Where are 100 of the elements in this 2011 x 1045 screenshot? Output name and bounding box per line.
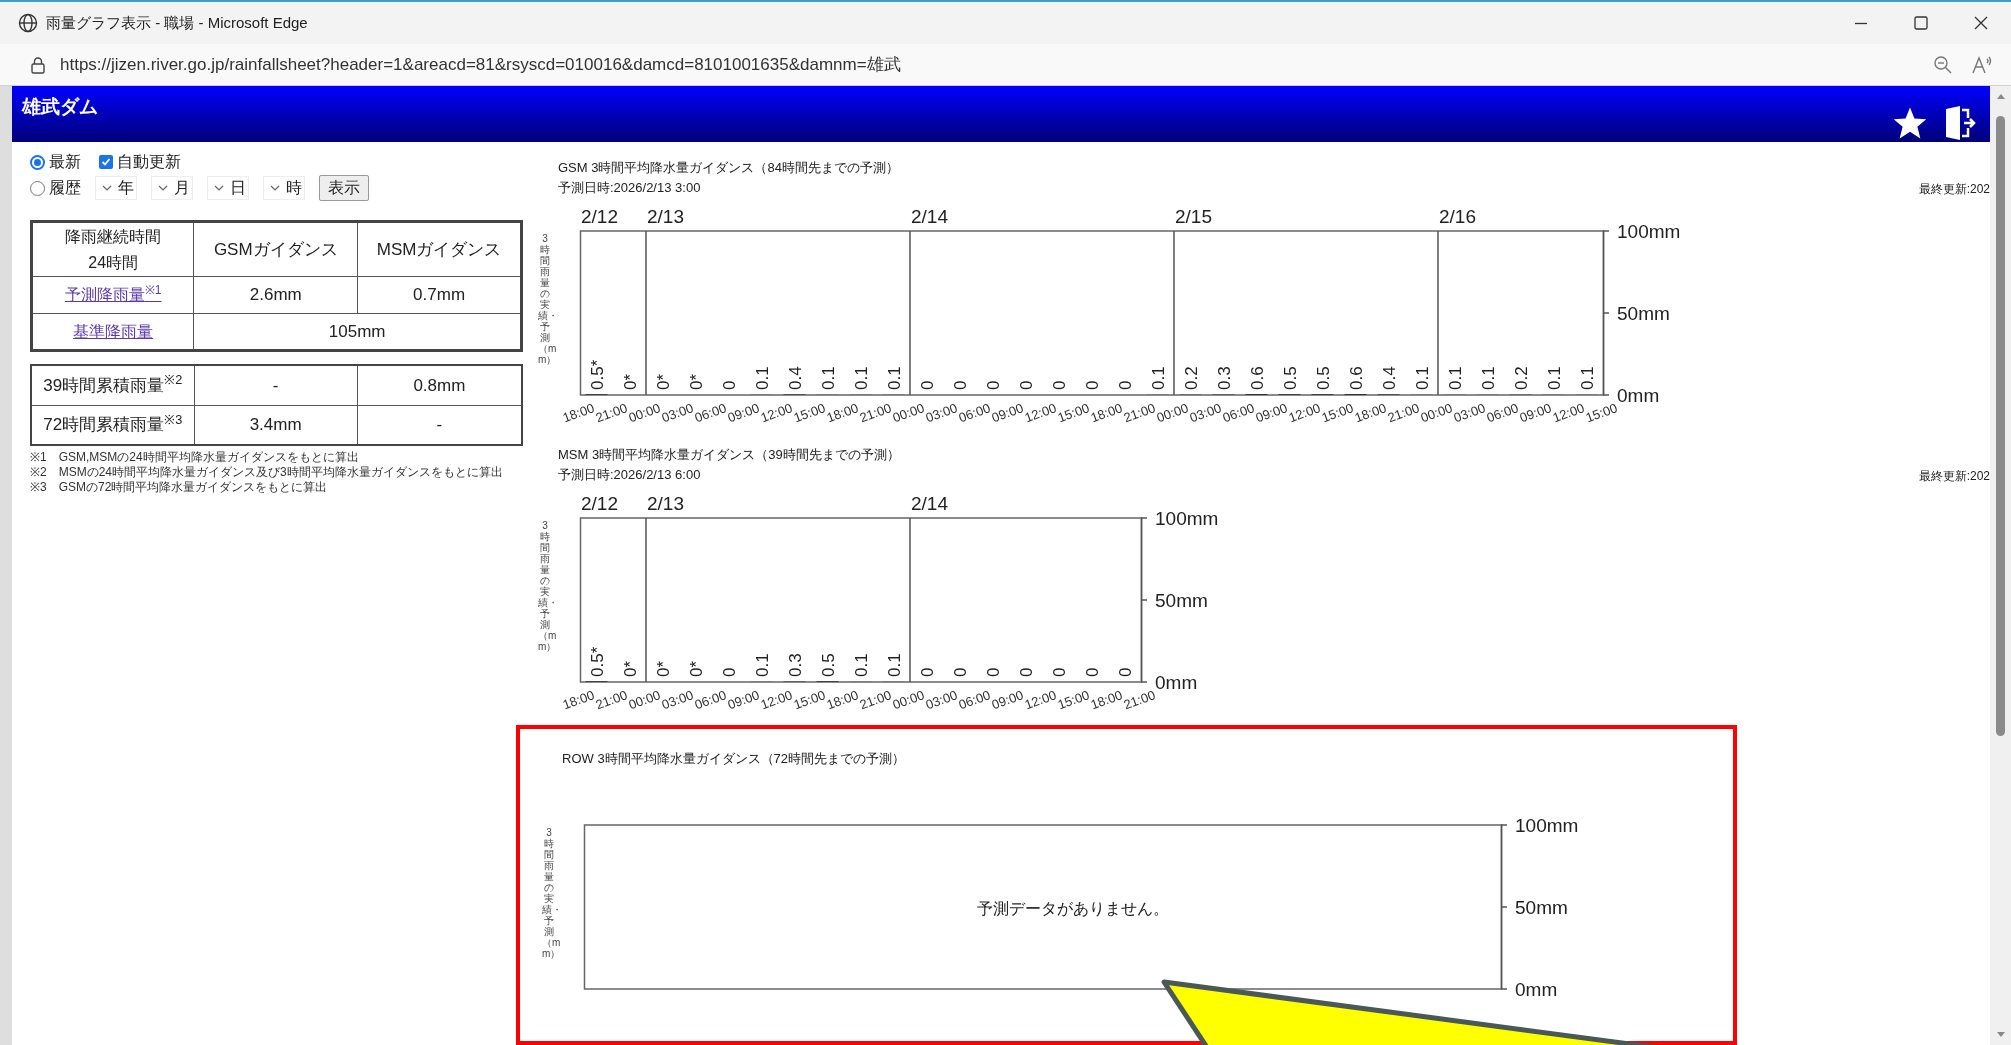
value-label: 0.3 [785,653,805,677]
scrollbar-thumb[interactable] [1996,116,2005,736]
table-cell: - [194,365,358,405]
value-label: 0.1 [851,366,871,390]
value-label: 0 [950,380,970,390]
scroll-up-icon[interactable] [1995,92,2006,100]
last-updated: 最終更新:202 [1918,181,1990,198]
tick-label: 50mm [1617,303,1670,324]
chart-title: GSM 3時間平均降水量ガイダンス（84時間先までの予測） [558,159,899,177]
value-label: 0.5 [1313,366,1333,390]
value-label: 0* [653,660,673,677]
date-label: 2/14 [911,206,948,227]
scroll-down-icon[interactable] [1995,1031,2006,1039]
window-title: 雨量グラフ表示 - 職場 - Microsoft Edge [46,12,308,33]
value-label: 0 [1082,380,1102,390]
value-label: 0.6 [1247,366,1267,390]
page-title: 雄武ダム [22,95,98,119]
value-label: 0.1 [851,653,871,677]
value-label: 0.5 [818,653,838,677]
globe-icon [18,13,38,33]
chevron-down-icon [214,184,224,192]
value-label: 0 [1115,380,1135,390]
value-label: 0 [1049,380,1069,390]
chevron-down-icon [158,184,168,192]
date-label: 2/12 [581,493,618,514]
scrollbar[interactable] [1990,86,2011,1045]
value-label: 0.1 [884,366,904,390]
value-label: 0* [686,373,706,390]
value-label: 0.1 [752,366,772,390]
value-label: 0 [983,380,1003,390]
value-label: 0.5* [587,359,607,390]
value-label: 0 [1082,667,1102,677]
date-label: 2/15 [1175,206,1212,227]
value-label: 0.4 [785,366,805,390]
exit-door-icon[interactable] [1944,105,1976,141]
value-label: 0 [719,380,739,390]
forecast-time: 予測日時:2026/2/13 3:00 [558,179,702,197]
date-label: 2/16 [1439,206,1476,227]
tick-label: 50mm [1515,897,1568,918]
value-label: 0.1 [1412,366,1432,390]
value-label: 0 [1016,380,1036,390]
value-label: 0 [917,380,937,390]
value-label: 0* [653,373,673,390]
link[interactable]: 予測降雨量$^{※1}$ [64,286,162,304]
dropdown[interactable]: 月 [151,176,193,200]
value-label: 0.2 [1511,366,1531,390]
chevron-down-icon [270,184,280,192]
checkbox-label: 自動更新 [117,152,181,172]
chart-title: MSM 3時間平均降水量ガイダンス（39時間先までの予測） [558,446,900,464]
value-label: 0.2 [1181,366,1201,390]
forecast-time: 予測日時:2026/2/13 6:00 [558,466,702,484]
minimize-icon [1854,21,1868,25]
value-label: 0 [1016,667,1036,677]
last-updated: 最終更新:202 [1918,468,1990,485]
radio-label: 最新 [49,152,81,172]
link[interactable]: 基準降雨量 [73,322,154,340]
value-label: 0.6 [1346,366,1366,390]
lock-icon[interactable] [30,55,46,74]
date-label: 2/12 [581,206,618,227]
value-label: 0.4 [1379,366,1399,390]
dropdown[interactable]: 時 [263,176,305,200]
row-label: 39時間累積雨量$^{※2}$ [43,375,183,395]
value-label: 0.1 [1445,366,1465,390]
tick-label: 100mm [1515,815,1579,836]
footnote: ※1 GSM,MSMの24時間平均降水量ガイダンスをもとに算出 [30,450,360,465]
no-data-message: 予測データがありません。 [976,899,1169,919]
radio-label: 履歴 [49,178,81,198]
value-label: 0* [620,660,640,677]
tick-label: 100mm [1155,508,1219,529]
value-label: 0.5 [1280,366,1300,390]
value-label: 0.1 [752,653,772,677]
table-cell: 2.6mm [193,276,358,314]
star-icon[interactable] [1892,106,1928,140]
tick-label: 50mm [1155,590,1208,611]
show-button[interactable]: 表示 [319,175,369,201]
value-label: 0 [1115,667,1135,677]
value-label: 0.1 [1478,366,1498,390]
footnote: ※3 GSMの72時間平均降水量ガイダンスをもとに算出 [30,480,329,495]
value-label: 0.3 [1214,366,1234,390]
tick-label: 100mm [1617,221,1681,242]
radio-button[interactable] [30,154,45,170]
date-label: 2/14 [911,493,948,514]
value-label: 0.1 [884,653,904,677]
value-label: 0.1 [1577,366,1597,390]
radio-button[interactable] [30,180,45,196]
value-label: 0* [686,660,706,677]
dropdown[interactable]: 日 [207,176,249,200]
checkbox[interactable] [99,155,113,169]
value-label: 0 [719,667,739,677]
maximize-icon [1914,16,1928,30]
zoom-out-icon[interactable] [1933,54,1953,75]
chart-title: ROW 3時間平均降水量ガイダンス（72時間先までの予測） [562,750,906,768]
read-aloud-icon[interactable] [1971,54,1993,75]
footnote: ※2 MSMの24時間平均降水量ガイダンス及び3時間平均降水量ガイダンスをもとに算出 [30,465,504,480]
close-icon [1974,16,1988,30]
column-header: GSMガイダンス [193,221,358,277]
dropdown[interactable]: 年 [95,176,137,200]
tick-label: 0mm [1617,385,1660,406]
date-label: 2/13 [647,206,684,227]
value-label: 0* [620,373,640,390]
